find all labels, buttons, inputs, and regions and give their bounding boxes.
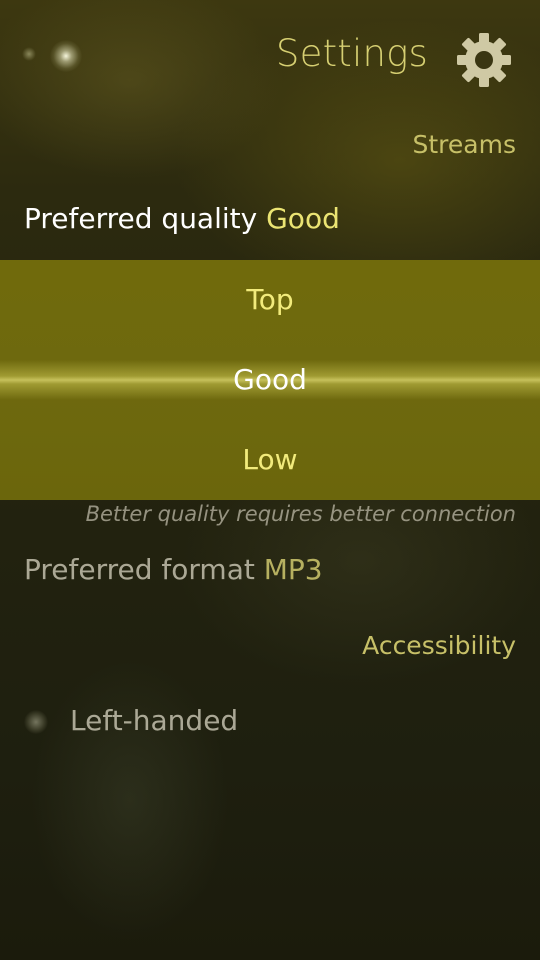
quality-option-top[interactable]: Top bbox=[0, 260, 540, 340]
preferred-quality-label: Preferred quality bbox=[24, 202, 258, 235]
left-handed-switch-label[interactable]: Left-handed bbox=[70, 704, 238, 737]
preferred-format-value: MP3 bbox=[263, 553, 323, 586]
pulley-dot-active-icon bbox=[50, 40, 82, 72]
preferred-quality-value: Good bbox=[266, 202, 340, 235]
gear-icon bbox=[457, 33, 511, 87]
preferred-format-combobox[interactable]: Preferred format MP3 bbox=[24, 553, 323, 586]
section-header-accessibility: Accessibility bbox=[362, 631, 516, 660]
settings-page: Settings Streams Preferred quality Good … bbox=[0, 0, 540, 960]
preferred-format-label: Preferred format bbox=[24, 553, 255, 586]
quality-option-good[interactable]: Good bbox=[0, 340, 540, 420]
pulley-menu-indicator[interactable] bbox=[18, 40, 94, 72]
quality-option-low[interactable]: Low bbox=[0, 420, 540, 500]
pulley-dot-icon bbox=[22, 47, 36, 61]
page-title: Settings bbox=[275, 32, 428, 75]
preferred-quality-combobox[interactable]: Preferred quality Good bbox=[24, 202, 340, 235]
left-handed-switch-indicator[interactable] bbox=[24, 710, 48, 734]
section-header-streams: Streams bbox=[412, 130, 516, 159]
quality-description: Better quality requires better connectio… bbox=[85, 502, 516, 526]
quality-options-menu: Top Good Low bbox=[0, 260, 540, 500]
